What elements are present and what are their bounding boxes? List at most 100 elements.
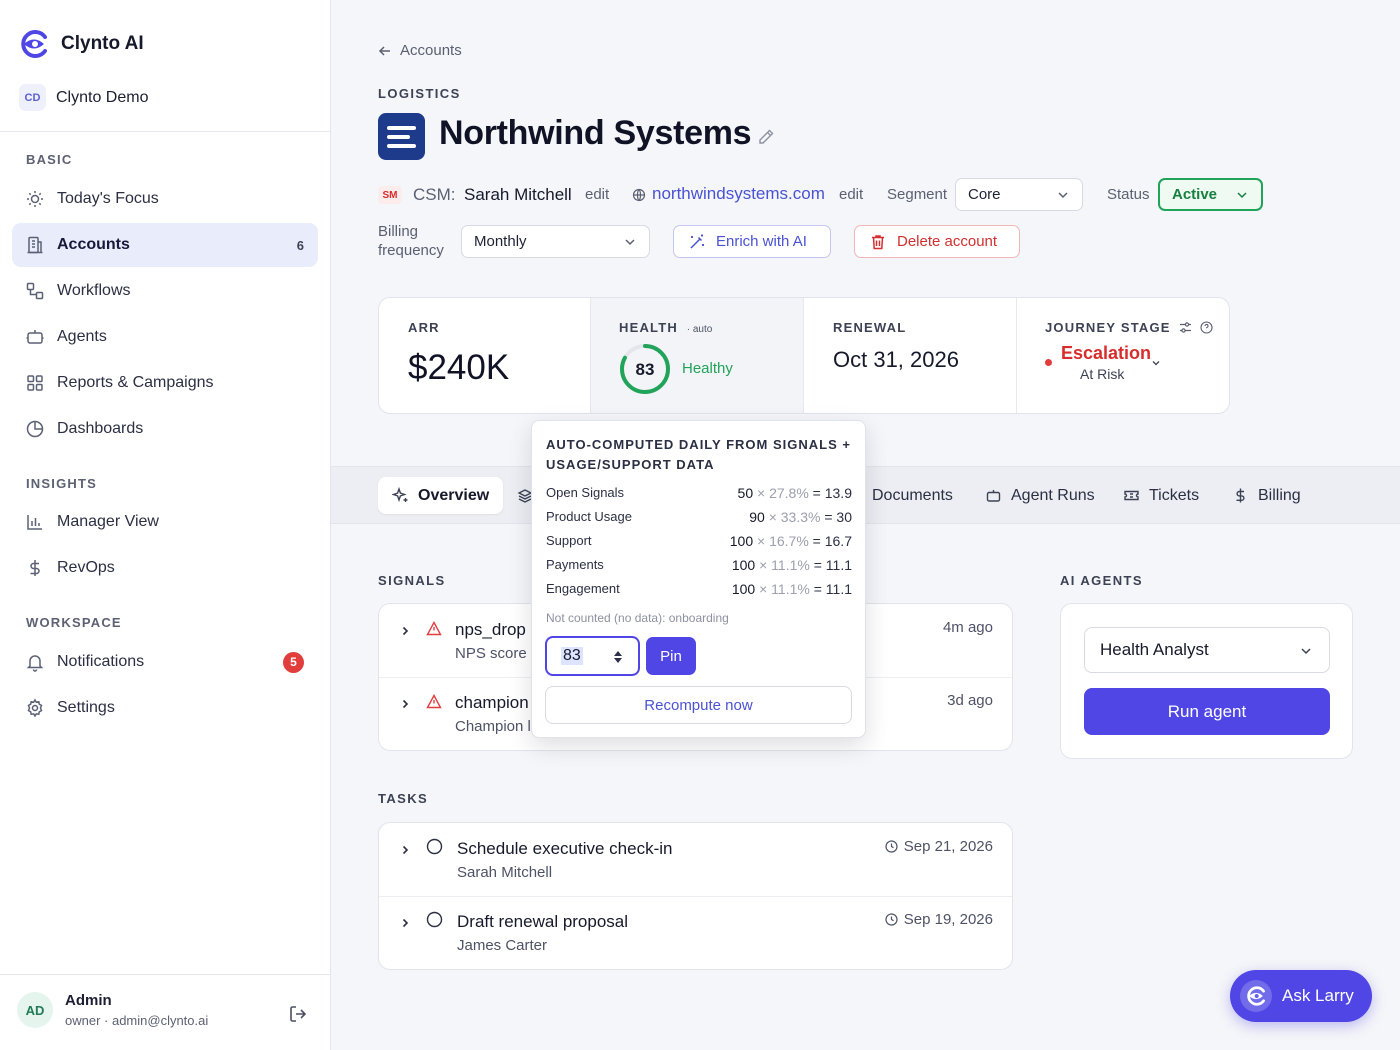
- larry-logo-icon: [1240, 980, 1272, 1012]
- health-auto-tag: · auto: [686, 324, 713, 335]
- logout-icon[interactable]: [288, 1004, 308, 1024]
- sidebar-item-agents[interactable]: Agents: [12, 315, 318, 359]
- pin-score-input[interactable]: 83: [545, 636, 640, 676]
- status-select[interactable]: Active: [1158, 178, 1263, 211]
- csm-avatar: SM: [378, 186, 402, 204]
- tab-label: Overview: [418, 486, 490, 504]
- ticket-icon: [1124, 490, 1139, 501]
- sidebar-item-manager-view[interactable]: Manager View: [12, 500, 318, 544]
- status-value: Active: [1172, 186, 1218, 203]
- account-header: Accounts LOGISTICS Northwind Systems SM …: [331, 0, 1400, 466]
- table-row[interactable]: Schedule executive check-in Sarah Mitche…: [379, 823, 1012, 896]
- billing-frequency-select[interactable]: Monthly: [461, 225, 650, 258]
- chevron-right-icon[interactable]: [399, 625, 411, 637]
- delete-account-button[interactable]: Delete account: [854, 225, 1020, 258]
- segment-select[interactable]: Core: [955, 178, 1083, 211]
- signal-title: champion: [455, 693, 529, 712]
- table-row[interactable]: Draft renewal proposal James Carter Sep …: [379, 897, 1012, 969]
- tab-billing[interactable]: Billing: [1232, 477, 1301, 514]
- tab-overview[interactable]: Overview: [378, 477, 504, 514]
- chevron-right-icon[interactable]: [399, 844, 411, 856]
- breakdown-row: Engagement 100 × 11.1% = 11.1: [546, 581, 852, 597]
- billing-label-line1: Billing: [378, 223, 419, 240]
- section-basic: BASIC: [26, 152, 73, 167]
- chevron-down-icon: [625, 239, 635, 246]
- renewal-label: RENEWAL: [833, 320, 907, 335]
- csm-edit-link[interactable]: edit: [585, 186, 609, 203]
- alert-triangle-icon: [426, 621, 442, 636]
- sidebar-item-workflows[interactable]: Workflows: [12, 269, 318, 313]
- recompute-now-button[interactable]: Recompute now: [545, 686, 852, 724]
- metric-health[interactable]: HEALTH · auto 83 Healthy: [591, 298, 804, 413]
- brand[interactable]: Clynto AI: [18, 28, 144, 60]
- chevron-down-icon: [1058, 192, 1068, 199]
- website-link[interactable]: northwindsystems.com: [652, 184, 825, 204]
- sidebar-item-reports-campaigns[interactable]: Reports & Campaigns: [12, 361, 318, 405]
- spinner-arrows-icon[interactable]: [612, 649, 624, 665]
- tab-tickets[interactable]: Tickets: [1123, 477, 1199, 514]
- task-assignee: Sarah Mitchell: [457, 864, 553, 881]
- settings-sliders-icon[interactable]: [1179, 321, 1192, 334]
- sidebar-item-label: RevOps: [57, 559, 115, 576]
- sidebar: Clynto AI CD Clynto Demo BASIC Today's F…: [0, 0, 331, 1050]
- delete-label: Delete account: [897, 233, 998, 250]
- chevron-down-icon: [1301, 648, 1311, 655]
- circle-checkbox-icon[interactable]: [426, 838, 443, 855]
- pie-chart-icon: [26, 420, 44, 438]
- org-name: Clynto Demo: [56, 88, 149, 106]
- tab-agent-runs[interactable]: Agent Runs: [985, 477, 1095, 514]
- sidebar-item-label: Dashboards: [57, 420, 144, 437]
- status-label: Status: [1107, 186, 1150, 203]
- pencil-icon[interactable]: [757, 128, 775, 146]
- trash-icon: [872, 234, 884, 249]
- metrics-card: ARR $240K HEALTH · auto 83 Healthy RENEW…: [378, 297, 1230, 414]
- run-agent-button[interactable]: Run agent: [1084, 688, 1330, 735]
- bar-chart-icon: [27, 515, 42, 530]
- health-status: Healthy: [682, 360, 733, 377]
- help-circle-icon[interactable]: [1200, 321, 1213, 334]
- user-profile[interactable]: AD Admin owner · admin@clynto.ai: [17, 992, 208, 1028]
- journey-status-dot: [1045, 359, 1052, 366]
- sidebar-divider: [0, 131, 330, 132]
- sidebar-item-accounts[interactable]: Accounts 6: [12, 223, 318, 267]
- sidebar-bottom-divider: [0, 974, 330, 975]
- sidebar-item-dashboards[interactable]: Dashboards: [12, 407, 318, 451]
- user-name: Admin: [65, 992, 112, 1009]
- website-edit-link[interactable]: edit: [839, 186, 863, 203]
- sidebar-item-revops[interactable]: RevOps: [12, 546, 318, 590]
- page-title: Northwind Systems: [439, 114, 752, 152]
- ai-agents-card: Health Analyst Run agent: [1060, 603, 1353, 759]
- task-title: Draft renewal proposal: [457, 912, 629, 931]
- sidebar-item-settings[interactable]: Settings: [12, 686, 318, 730]
- sidebar-item-label: Manager View: [57, 513, 159, 530]
- agent-select[interactable]: Health Analyst: [1084, 627, 1330, 673]
- chevron-down-icon[interactable]: [1150, 357, 1162, 369]
- enrich-with-ai-button[interactable]: Enrich with AI: [673, 225, 831, 258]
- ask-larry-button[interactable]: Ask Larry: [1230, 970, 1372, 1022]
- chevron-right-icon[interactable]: [399, 917, 411, 929]
- circle-checkbox-icon[interactable]: [426, 911, 443, 928]
- accounts-count: 6: [296, 237, 304, 253]
- chevron-right-icon[interactable]: [399, 698, 411, 710]
- brand-name: Clynto AI: [61, 33, 144, 54]
- sidebar-item-todays-focus[interactable]: Today's Focus: [12, 177, 318, 221]
- sidebar-item-notifications[interactable]: Notifications 5: [12, 640, 318, 684]
- enrich-label: Enrich with AI: [716, 233, 807, 250]
- back-link[interactable]: Accounts: [378, 42, 462, 59]
- org-switcher[interactable]: CD Clynto Demo: [19, 84, 148, 111]
- arrow-left-icon: [378, 45, 390, 56]
- renewal-value: Oct 31, 2026: [833, 347, 959, 372]
- sidebar-item-label: Notifications: [57, 653, 145, 670]
- chevron-down-icon: [1237, 192, 1247, 199]
- csm-label: CSM:: [413, 185, 456, 204]
- tab-documents[interactable]: Documents: [872, 477, 953, 514]
- dollar-icon: [30, 560, 40, 576]
- pin-button[interactable]: Pin: [646, 637, 696, 675]
- csm-name: Sarah Mitchell: [464, 185, 572, 204]
- metric-journey-stage[interactable]: JOURNEY STAGE Escalation At Risk: [1017, 298, 1229, 413]
- bell-icon: [26, 655, 44, 672]
- metric-renewal: RENEWAL Oct 31, 2026: [804, 298, 1017, 413]
- notifications-badge: 5: [283, 651, 304, 673]
- arr-value: $240K: [408, 348, 510, 387]
- health-score: 83: [635, 360, 655, 379]
